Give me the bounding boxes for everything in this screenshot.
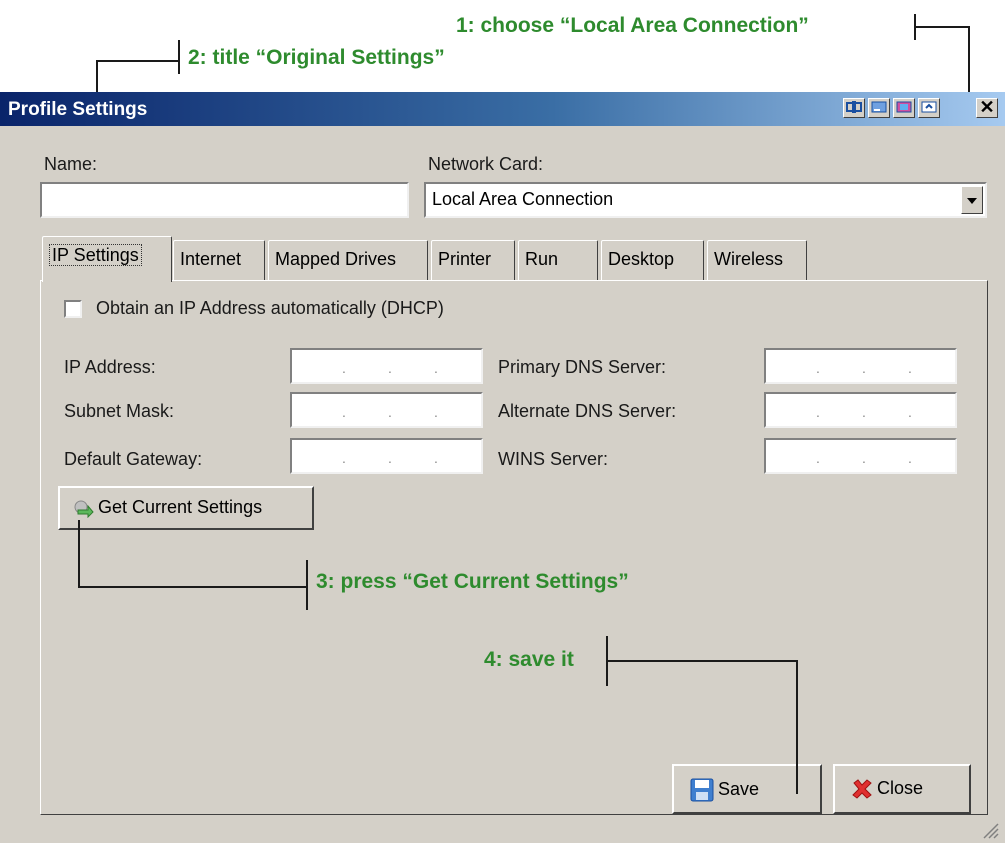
- dhcp-label[interactable]: Obtain an IP Address automatically (DHCP…: [96, 298, 444, 319]
- get-current-settings-label: Get Current Settings: [98, 497, 263, 517]
- network-card-select[interactable]: Local Area Connection: [424, 182, 987, 218]
- close-icon[interactable]: ✕: [976, 98, 998, 118]
- annotation-step-3: 3: press “Get Current Settings”: [316, 570, 629, 593]
- save-button[interactable]: Save: [672, 764, 822, 814]
- save-label: Save: [718, 778, 760, 799]
- color-icon[interactable]: [893, 98, 915, 118]
- annotation-line: [914, 14, 916, 40]
- annotation-line: [78, 520, 80, 588]
- tab-printer[interactable]: Printer: [431, 240, 515, 280]
- tab-internet[interactable]: Internet: [173, 240, 265, 280]
- wins-server-label: WINS Server:: [498, 449, 609, 469]
- primary-dns-label: Primary DNS Server:: [498, 357, 667, 377]
- tab-run[interactable]: Run: [518, 240, 598, 280]
- annotation-line: [96, 60, 180, 62]
- dhcp-checkbox[interactable]: [64, 300, 82, 318]
- wins-server-field[interactable]: ...: [764, 438, 957, 474]
- alternate-dns-field[interactable]: ...: [764, 392, 957, 428]
- tab-label: IP Settings: [49, 244, 142, 266]
- annotation-step-4: 4: save it: [484, 648, 574, 671]
- chevron-down-icon[interactable]: [961, 186, 983, 214]
- annotation-line: [796, 660, 798, 794]
- get-current-settings-button[interactable]: Get Current Settings: [58, 486, 314, 530]
- subnet-mask-field[interactable]: ...: [290, 392, 483, 428]
- red-x-icon: [852, 779, 872, 799]
- close-button[interactable]: Close: [833, 764, 971, 814]
- tab-wireless[interactable]: Wireless: [707, 240, 807, 280]
- annotation-line: [306, 560, 308, 610]
- ip-address-label: IP Address:: [64, 357, 156, 377]
- name-label: Name:: [44, 154, 98, 174]
- profile-settings-window: Profile Settings ✕ Name: Network Card: L…: [0, 92, 1005, 843]
- tab-label: Desktop: [608, 249, 675, 269]
- tab-label: Printer: [438, 249, 492, 269]
- tab-label: Mapped Drives: [275, 249, 397, 269]
- close-label: Close: [877, 778, 924, 798]
- title-bar[interactable]: Profile Settings ✕: [0, 92, 1005, 126]
- name-field[interactable]: [40, 182, 409, 218]
- maximize-icon[interactable]: [918, 98, 940, 118]
- tab-label: Run: [525, 249, 559, 269]
- tab-desktop[interactable]: Desktop: [601, 240, 704, 280]
- tab-label: Internet: [180, 249, 242, 269]
- alternate-dns-label: Alternate DNS Server:: [498, 401, 677, 421]
- annotation-line: [178, 40, 180, 74]
- annotation-step-2: 2: title “Original Settings”: [188, 46, 445, 69]
- floppy-disk-icon: [690, 778, 714, 802]
- network-card-value: Local Area Connection: [432, 189, 614, 209]
- default-gateway-label: Default Gateway:: [64, 449, 203, 469]
- tab-ip-settings[interactable]: IP Settings: [42, 236, 172, 282]
- ip-address-field[interactable]: ...: [290, 348, 483, 384]
- annotation-line: [914, 26, 970, 28]
- network-card-label: Network Card:: [428, 154, 544, 174]
- tab-mapped-drives[interactable]: Mapped Drives: [268, 240, 428, 280]
- pin-icon[interactable]: [843, 98, 865, 118]
- minimize-to-tray-icon[interactable]: [868, 98, 890, 118]
- annotation-line: [606, 660, 798, 662]
- window-title: Profile Settings: [8, 99, 148, 120]
- annotation-step-1: 1: choose “Local Area Connection”: [456, 14, 809, 37]
- resize-grip-icon[interactable]: [981, 821, 999, 839]
- subnet-mask-label: Subnet Mask:: [64, 401, 175, 421]
- gear-arrow-icon: [74, 500, 94, 519]
- default-gateway-field[interactable]: ...: [290, 438, 483, 474]
- primary-dns-field[interactable]: ...: [764, 348, 957, 384]
- annotation-line: [78, 586, 308, 588]
- tab-label: Wireless: [714, 249, 784, 269]
